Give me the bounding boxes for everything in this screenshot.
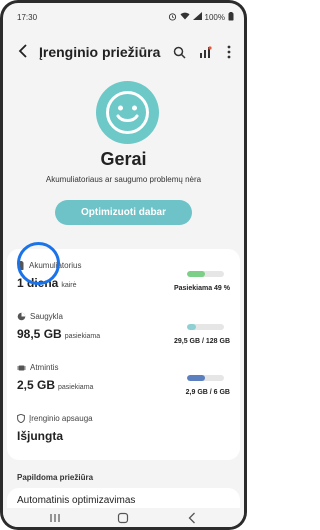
storage-value: 98,5 GB pasiekiama [17,327,100,341]
memory-level-bar [187,375,224,381]
extra-care-heading: Papildoma priežiūra [17,473,94,482]
home-icon [117,512,129,524]
device-protection-item[interactable]: Įrenginio apsauga Išjungta [17,414,230,452]
back-icon [188,512,195,524]
optimize-now-button[interactable]: Optimizuoti dabar [55,200,192,225]
storage-item[interactable]: Saugykla 98,5 GB pasiekiama 29,5 GB / 128… [17,312,230,350]
battery-available: Pasiekiama 49 % [173,285,230,292]
back-button[interactable] [13,42,33,62]
recents-button[interactable] [48,511,62,525]
memory-available-amount: 2,5 GB [17,378,56,392]
recents-icon [50,514,60,522]
battery-percent: 100% [204,12,225,22]
memory-suffix: pasiekiama [58,384,94,391]
phone-frame: 17:30 100% Įrenginio priežiūra Gerai Aku… [0,0,247,530]
back-nav-button[interactable] [185,511,199,525]
storage-level-fill [187,324,196,330]
status-summary: Gerai Akumuliatoriaus ar saugumo problem… [3,81,244,231]
signal-icon [192,12,202,22]
bar-chart-icon [199,45,212,58]
status-bar: 17:30 100% [17,11,234,23]
storage-usage: 29,5 GB / 128 GB [173,338,230,345]
auto-optimization-label: Automatinis optimizavimas [17,495,136,506]
wifi-icon [180,12,190,22]
more-vertical-icon [227,45,231,59]
chevron-left-icon [18,44,27,58]
device-status-text: Gerai [100,149,147,169]
status-time: 17:30 [17,12,38,22]
memory-chip-icon [17,365,26,370]
battery-level-fill [187,271,206,277]
search-icon [173,46,186,59]
protection-label: Įrenginio apsauga [29,414,93,423]
memory-item[interactable]: Atmintis 2,5 GB pasiekiama 2,9 GB / 6 GB [17,363,230,401]
app-bar: Įrenginio priežiūra [3,38,244,66]
storage-pie-icon [17,312,26,321]
memory-label-row: Atmintis [17,363,58,372]
shield-icon [17,414,25,423]
more-options-button[interactable] [219,42,239,62]
storage-level-bar [187,324,224,330]
memory-usage: 2,9 GB / 6 GB [185,389,230,396]
battery-level-bar [187,271,224,277]
page-title: Įrenginio priežiūra [39,44,161,60]
battery-icon [228,11,234,23]
diagnostics-button[interactable] [195,42,215,62]
home-button[interactable] [116,511,130,525]
storage-suffix: pasiekiama [64,333,101,340]
status-icons: 100% [168,11,234,23]
navigation-bar [3,508,244,527]
protection-label-row: Įrenginio apsauga [17,414,93,423]
search-button[interactable] [169,42,189,62]
auto-optimization-card[interactable]: Automatinis optimizavimas [7,488,240,508]
protection-status: Išjungta [17,429,64,443]
device-care-screen: 17:30 100% Įrenginio priežiūra Gerai Aku… [3,3,244,527]
status-description: Akumuliatoriaus ar saugumo problemų nėra [45,175,202,184]
memory-label: Atmintis [30,363,59,372]
storage-available-amount: 98,5 GB [17,327,62,341]
memory-level-fill [187,375,205,381]
storage-label: Saugykla [30,312,63,321]
battery-suffix: kairė [61,282,77,289]
storage-label-row: Saugykla [17,312,63,321]
smiley-face-icon [96,81,159,144]
highlight-circle [17,242,60,285]
alarm-icon [168,12,177,23]
memory-value: 2,5 GB pasiekiama [17,378,93,392]
